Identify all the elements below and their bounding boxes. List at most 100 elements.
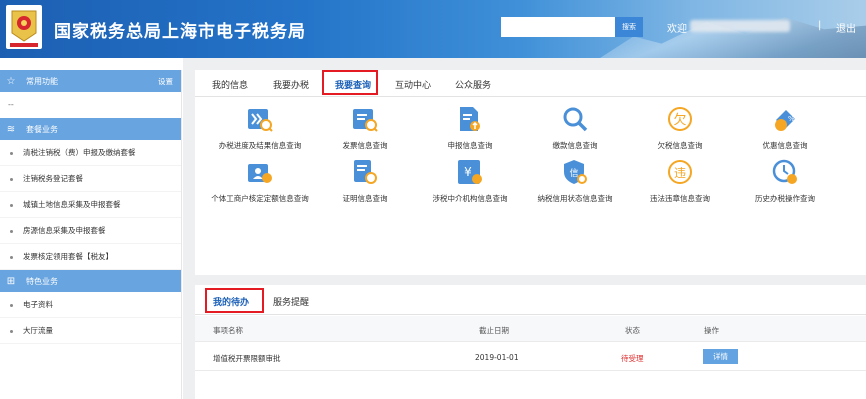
welcome-text: 欢迎 [667, 24, 687, 35]
sidebar-section-label: 套餐业务 [26, 124, 58, 134]
sidebar-item-label: 发票核定领用套餐【税友】 [23, 252, 113, 261]
header-separator: | [818, 20, 822, 31]
sidebar-item-label: 大厅流量 [23, 326, 53, 335]
column-header: 截止日期 [479, 326, 509, 335]
func-payment-query[interactable]: 缴款信息查询 [515, 106, 635, 150]
individual-business-icon [248, 164, 272, 183]
payment-query-icon [563, 107, 588, 132]
sidebar-item-label: 房源信息采集及申报套餐 [23, 226, 106, 235]
sidebar: ☆ 常用功能 设置 -- ≋ 套餐业务 清税注销税（费）申报及缴纳套餐 注销税务… [0, 70, 182, 399]
svg-text:违: 违 [674, 166, 686, 180]
bullet-icon [10, 203, 13, 207]
history-clock-icon [772, 159, 797, 184]
search-button[interactable]: 搜索 [615, 17, 643, 37]
bullet-icon [10, 177, 13, 181]
sidebar-item-label: 城镇土地信息采集及申报套餐 [23, 200, 121, 209]
func-preferential-query[interactable]: % 优惠信息查询 [725, 106, 845, 150]
column-header: 事项名称 [213, 326, 243, 335]
tab-interaction[interactable]: 互动中心 [395, 78, 431, 91]
sidebar-item-land-info[interactable]: 城镇土地信息采集及申报套餐 [0, 192, 181, 218]
func-individual-business[interactable]: 个体工商户核定定额信息查询 [200, 159, 320, 203]
func-label: 申报信息查询 [447, 141, 493, 150]
bullet-icon [10, 255, 13, 259]
svg-text:信: 信 [569, 167, 578, 179]
sidebar-section-common[interactable]: ☆ 常用功能 设置 [0, 70, 181, 92]
func-label: 发票信息查询 [342, 141, 388, 150]
func-label: 欠税信息查询 [657, 141, 703, 150]
svg-text:%: % [788, 115, 795, 123]
table-header: 事项名称 截止日期 状态 操作 [195, 316, 866, 342]
tab-my-info[interactable]: 我的信息 [212, 78, 248, 91]
username-redacted [690, 20, 790, 32]
site-title: 国家税务总局上海市电子税务局 [54, 22, 306, 42]
func-credit-status[interactable]: 信 纳税信用状态信息查询 [515, 159, 635, 203]
func-label: 证明信息查询 [342, 194, 388, 203]
progress-query-icon [248, 109, 273, 132]
func-certificate-query[interactable]: 证明信息查询 [305, 159, 425, 203]
arrears-query-icon: 欠 [668, 107, 692, 131]
bullet-icon [10, 229, 13, 233]
sidebar-empty-placeholder: -- [8, 100, 14, 109]
func-label: 优惠信息查询 [762, 141, 808, 150]
sidebar-section-package[interactable]: ≋ 套餐业务 [0, 118, 181, 140]
func-label: 纳税信用状态信息查询 [537, 194, 613, 203]
item-name: 增值税开票限额审批 [213, 354, 281, 363]
search-input[interactable] [501, 17, 615, 37]
logout-link[interactable]: 退出 [836, 20, 856, 35]
status-badge: 待受理 [621, 354, 644, 363]
tab-service-reminder[interactable]: 服务提醒 [273, 295, 309, 308]
certificate-query-icon [354, 160, 377, 184]
header-banner: 国家税务总局上海市电子税务局 搜索 欢迎 | 退出 [0, 0, 866, 58]
sidebar-item-hall-traffic[interactable]: 大厅流量 [0, 318, 181, 344]
tax-bureau-emblem-icon [6, 5, 42, 49]
deadline-date: 2019-01-01 [475, 353, 519, 362]
func-label: 个体工商户核定定额信息查询 [211, 194, 309, 203]
settings-link[interactable]: 设置 [158, 76, 173, 87]
func-tax-agency[interactable]: ¥ 涉税中介机构信息查询 [410, 159, 530, 203]
query-panel: 我的信息 我要办税 我要查询 互动中心 公众服务 办税进度及结果信息查询 发票信… [195, 70, 866, 275]
violation-query-icon: 违 [668, 160, 692, 184]
tax-agency-icon: ¥ [458, 160, 482, 184]
column-header: 操作 [704, 326, 719, 335]
star-icon: ☆ [6, 75, 16, 87]
bullet-icon [10, 151, 13, 155]
sidebar-item-e-documents[interactable]: 电子资料 [0, 292, 181, 318]
sidebar-item-clear-tax[interactable]: 清税注销税（费）申报及缴纳套餐 [0, 140, 181, 166]
sidebar-item-label: 电子资料 [23, 300, 53, 309]
sidebar-section-special[interactable]: ⊞ 特色业务 [0, 270, 181, 292]
highlight-box [322, 70, 378, 95]
func-label: 缴款信息查询 [552, 141, 598, 150]
layers-icon: ≋ [6, 123, 16, 135]
tab-tax-handling[interactable]: 我要办税 [273, 78, 309, 91]
func-history-query[interactable]: 历史办税操作查询 [725, 159, 845, 203]
sidebar-item-invoice-package[interactable]: 发票核定领用套餐【税友】 [0, 244, 181, 270]
highlight-box [205, 288, 264, 313]
func-progress-query[interactable]: 办税进度及结果信息查询 [200, 106, 320, 150]
func-label: 违法违章信息查询 [650, 194, 710, 203]
func-label: 涉税中介机构信息查询 [432, 194, 508, 203]
todo-panel: 我的待办 服务提醒 事项名称 截止日期 状态 操作 增值税开票限额审批 2019… [195, 285, 866, 399]
func-declaration-query[interactable]: 申报信息查询 [410, 106, 530, 150]
svg-text:¥: ¥ [464, 165, 472, 179]
bullet-icon [10, 303, 13, 307]
svg-text:欠: 欠 [673, 112, 686, 128]
func-invoice-query[interactable]: 发票信息查询 [305, 106, 425, 150]
column-header: 状态 [625, 326, 640, 335]
func-label: 历史办税操作查询 [755, 194, 815, 203]
sidebar-item-cancel-registration[interactable]: 注销税务登记套餐 [0, 166, 181, 192]
table-row: 增值税开票限额审批 2019-01-01 待受理 详情 [195, 343, 866, 371]
declaration-query-icon [460, 107, 480, 131]
credit-status-icon: 信 [564, 160, 587, 184]
func-arrears-query[interactable]: 欠 欠税信息查询 [620, 106, 740, 150]
invoice-query-icon [353, 109, 378, 132]
sidebar-item-housing-info[interactable]: 房源信息采集及申报套餐 [0, 218, 181, 244]
preferential-query-icon: % [775, 110, 795, 131]
detail-button[interactable]: 详情 [703, 349, 738, 364]
sidebar-item-label: 清税注销税（费）申报及缴纳套餐 [23, 148, 136, 157]
grid-icon: ⊞ [6, 275, 16, 287]
tab-public-service[interactable]: 公众服务 [455, 78, 491, 91]
func-violation-query[interactable]: 违 违法违章信息查询 [620, 159, 740, 203]
func-label: 办税进度及结果信息查询 [218, 141, 302, 150]
sidebar-section-label: 常用功能 [26, 76, 58, 86]
main-tab-bar: 我的信息 我要办税 我要查询 互动中心 公众服务 [195, 70, 866, 97]
